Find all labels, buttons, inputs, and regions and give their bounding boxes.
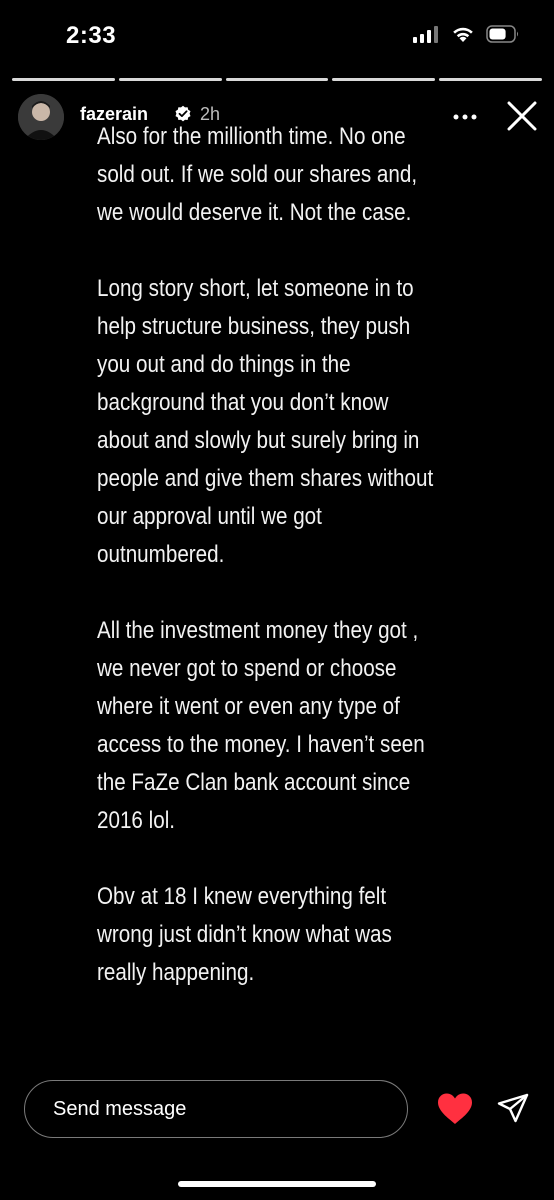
paper-plane-icon[interactable] xyxy=(496,1092,530,1126)
more-options-icon[interactable] xyxy=(448,100,482,134)
story-paragraph: Also for the millionth time. No one sold… xyxy=(97,123,418,226)
story-progress-bars xyxy=(12,78,542,82)
status-icons xyxy=(412,24,520,49)
heart-icon[interactable] xyxy=(436,1092,474,1126)
story-progress-segment xyxy=(439,78,542,81)
home-indicator[interactable] xyxy=(178,1181,376,1187)
story-progress-segment xyxy=(332,78,436,81)
battery-icon xyxy=(486,24,520,49)
story-text: Also for the millionth time. No one sold… xyxy=(97,118,441,1030)
close-icon[interactable] xyxy=(504,98,540,134)
send-message-placeholder: Send message xyxy=(53,1097,187,1120)
story-footer: Send message xyxy=(0,1076,554,1144)
story-paragraph: All the investment money they got , we n… xyxy=(97,617,425,834)
story-progress-segment xyxy=(225,78,329,81)
status-bar: 2:33 xyxy=(0,0,554,72)
story-progress-segment xyxy=(12,78,115,81)
cellular-signal-icon xyxy=(412,24,440,49)
story-paragraph: Long story short, let someone in to help… xyxy=(97,275,434,568)
send-message-input[interactable]: Send message xyxy=(24,1080,408,1138)
story-progress-segment xyxy=(118,78,222,81)
wifi-icon xyxy=(450,24,476,49)
status-time: 2:33 xyxy=(66,22,117,49)
avatar[interactable] xyxy=(18,94,64,140)
story-paragraph: Obv at 18 I knew everything felt wrong j… xyxy=(97,883,392,986)
